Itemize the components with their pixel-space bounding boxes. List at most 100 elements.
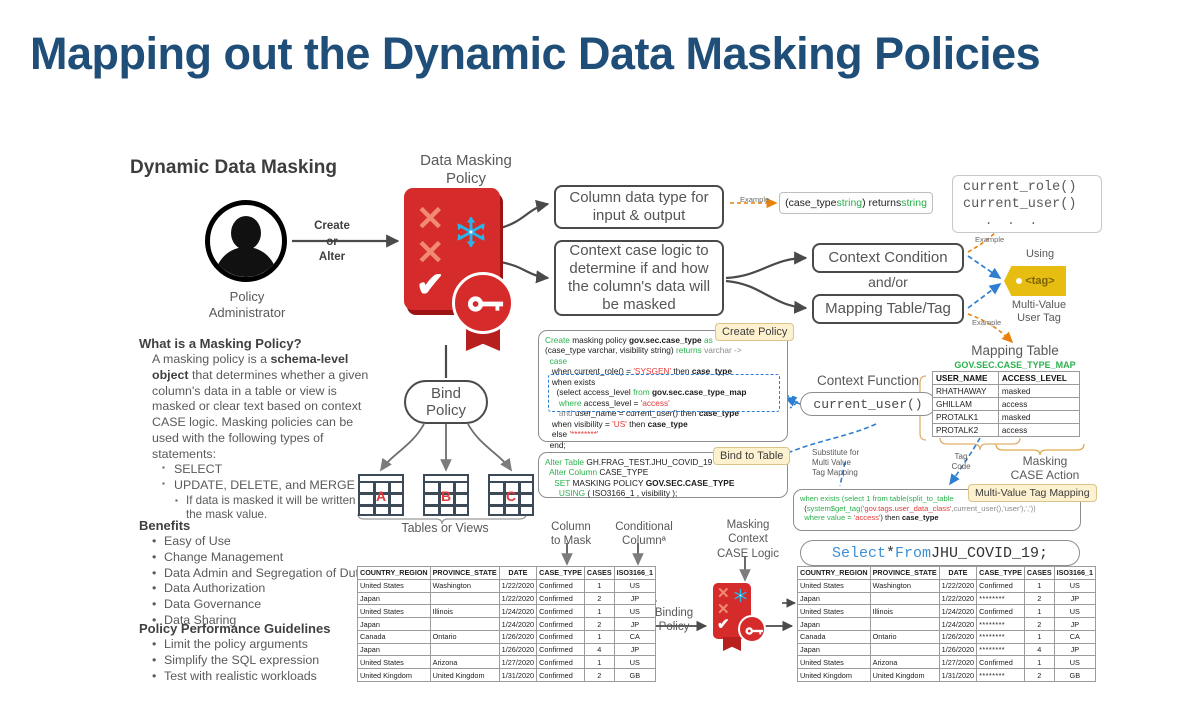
table-cell: 1/26/2020 [938, 629, 978, 644]
table-cell: 1/24/2020 [938, 604, 978, 619]
list-item: UPDATE, DELETE, and MERGE [162, 478, 374, 494]
table-cell: United States [357, 578, 431, 593]
signature-prefix: (case_type [785, 197, 837, 209]
code-token: SET [545, 477, 573, 488]
box-context-condition[interactable]: Context Condition [812, 243, 964, 273]
table-icon-b: B [423, 474, 469, 516]
table-cell: Canada [797, 629, 871, 644]
table-cell: Ontario [869, 629, 940, 644]
list-item: Limit the policy arguments [152, 637, 382, 653]
code-token: when exists (select 1 from table(split_t… [800, 494, 954, 503]
key-icon [467, 296, 504, 312]
code-token: visibility [574, 418, 603, 429]
table-cell: Arizona [869, 655, 940, 670]
list-item: Easy of Use [152, 534, 382, 550]
from-keyword: From [894, 544, 931, 562]
callout-create-policy: Create Policy [715, 323, 795, 341]
code-line: when exists [545, 377, 781, 387]
table-cell: 2 [1023, 591, 1055, 606]
table-cell: 1/26/2020 [498, 642, 538, 657]
table-cell: 1/22/2020 [938, 591, 978, 606]
code-token: ( [800, 503, 807, 513]
table-cell: 4 [583, 642, 615, 657]
table-cell: United Kingdom [869, 668, 940, 683]
table-cell: 1/22/2020 [498, 578, 538, 593]
table-cell: Illinois [429, 604, 500, 619]
avatar [205, 200, 287, 282]
code-token: 'SYSGEN' [633, 366, 672, 377]
column-header: CASE_TYPE [536, 566, 585, 580]
code-token: 'access' [640, 397, 670, 408]
code-token: returns [675, 345, 702, 356]
table-cell: RHATHAWAY [932, 384, 999, 398]
table-cell: GB [613, 668, 657, 683]
code-token: (case_type varchar, visibility string) [545, 345, 676, 356]
create-policy-code-block: Create masking policy gov.sec.case_type … [538, 330, 788, 450]
snowflake-icon [457, 216, 485, 248]
context-function-value: current_user() [800, 392, 936, 416]
table-cell: Confirmed [976, 604, 1025, 619]
box-context-case-logic[interactable]: Context case logic to determine if and h… [554, 240, 724, 316]
code-token: 'US' [612, 418, 627, 429]
list-item: Data Admin and Segregation of Duties [152, 566, 382, 582]
list-item: Data Governance [152, 597, 382, 613]
callout-multi-value-tag-mapping: Multi-Value Tag Mapping [968, 484, 1097, 502]
code-token: case_type [901, 513, 939, 523]
code-line: where value = 'access') then case_type [800, 513, 1074, 523]
table-cell: 1 [583, 604, 615, 619]
table-cell: 1/24/2020 [938, 617, 978, 631]
code-token: then [626, 418, 648, 429]
tag-hole-icon [1016, 278, 1022, 284]
code-line: else '********' [545, 429, 781, 439]
code-token: when [545, 366, 572, 377]
column-to-mask-annotation: Column to Mask [550, 521, 592, 548]
current-user-function: current_user() [963, 196, 1077, 212]
code-token: when exists [545, 376, 596, 387]
table-cell: PROTALK1 [932, 410, 999, 424]
tag-shape[interactable]: <tag> [1004, 266, 1066, 296]
code-line: where access_level = 'access' [545, 398, 781, 408]
example-label: Example [740, 195, 770, 204]
code-token: 'gov.tags.user_data_class' [862, 503, 952, 513]
callout-bind-to-table: Bind to Table [713, 447, 791, 465]
table-row: Japan 1/22/2020 ******** 2 JP [797, 591, 1097, 606]
key-icon [745, 627, 764, 635]
code-token: USING [545, 488, 588, 499]
table-letter: A [375, 488, 387, 504]
code-line: USING ( ISO3166_1 , visibility ); [545, 488, 781, 498]
column-header: COUNTRY_REGION [797, 566, 871, 580]
cross-icon: ✕ [416, 200, 445, 238]
table-header-row: COUNTRY_REGION PROVINCE_STATE DATE CASE_TYP… [357, 566, 657, 580]
mapping-table: USER_NAME ACCESS_LEVEL RHATHAWAY masked GH… [932, 371, 1081, 437]
code-token: CASE_TYPE [599, 467, 649, 478]
table-cell: 1/27/2020 [498, 655, 538, 670]
page-title: Mapping out the Dynamic Data Masking Pol… [30, 28, 1041, 79]
select-query-box[interactable]: Select * From JHU_COVID_19; [800, 540, 1080, 566]
list-item: Simplify the SQL expression [152, 653, 382, 669]
table-cell: US [1053, 578, 1097, 593]
code-token: as [701, 335, 713, 345]
column-header: CASE_TYPE [976, 566, 1025, 580]
source-data-table: COUNTRY_REGION PROVINCE_STATE DATE CASE_TYP… [357, 566, 657, 683]
table-cell: 1/22/2020 [938, 578, 978, 593]
return-signature-box: (case_type string) returns string [779, 192, 933, 214]
table-cell: access [997, 423, 1081, 437]
substitute-annotation: Substitute for Multi Value Tag Mapping [812, 448, 860, 477]
table-cell: Confirmed [976, 655, 1025, 670]
table-cell: United Kingdom [797, 668, 871, 683]
table-cell: 2 [1023, 617, 1055, 631]
table-cell: ******** [976, 668, 1025, 683]
box-mapping-table-tag[interactable]: Mapping Table/Tag [812, 294, 964, 324]
code-token: then [671, 366, 692, 377]
table-icon-c: C [488, 474, 534, 516]
table-row: United Kingdom United Kingdom 1/31/2020 Con… [357, 668, 657, 683]
bind-policy-node[interactable]: Bind Policy [404, 380, 488, 424]
table-cell: United States [797, 655, 871, 670]
table-cell: Confirmed [536, 578, 585, 593]
masked-output-table: COUNTRY_REGION PROVINCE_STATE DATE CASE_TYP… [797, 566, 1097, 683]
check-icon: ✔ [717, 616, 730, 633]
column-header: ACCESS_LEVEL [997, 371, 1081, 385]
table-row: Japan 1/22/2020 Confirmed 2 JP [357, 591, 657, 606]
table-cell: GB [1053, 668, 1097, 683]
box-column-data-type[interactable]: Column data type for input & output [554, 185, 724, 229]
